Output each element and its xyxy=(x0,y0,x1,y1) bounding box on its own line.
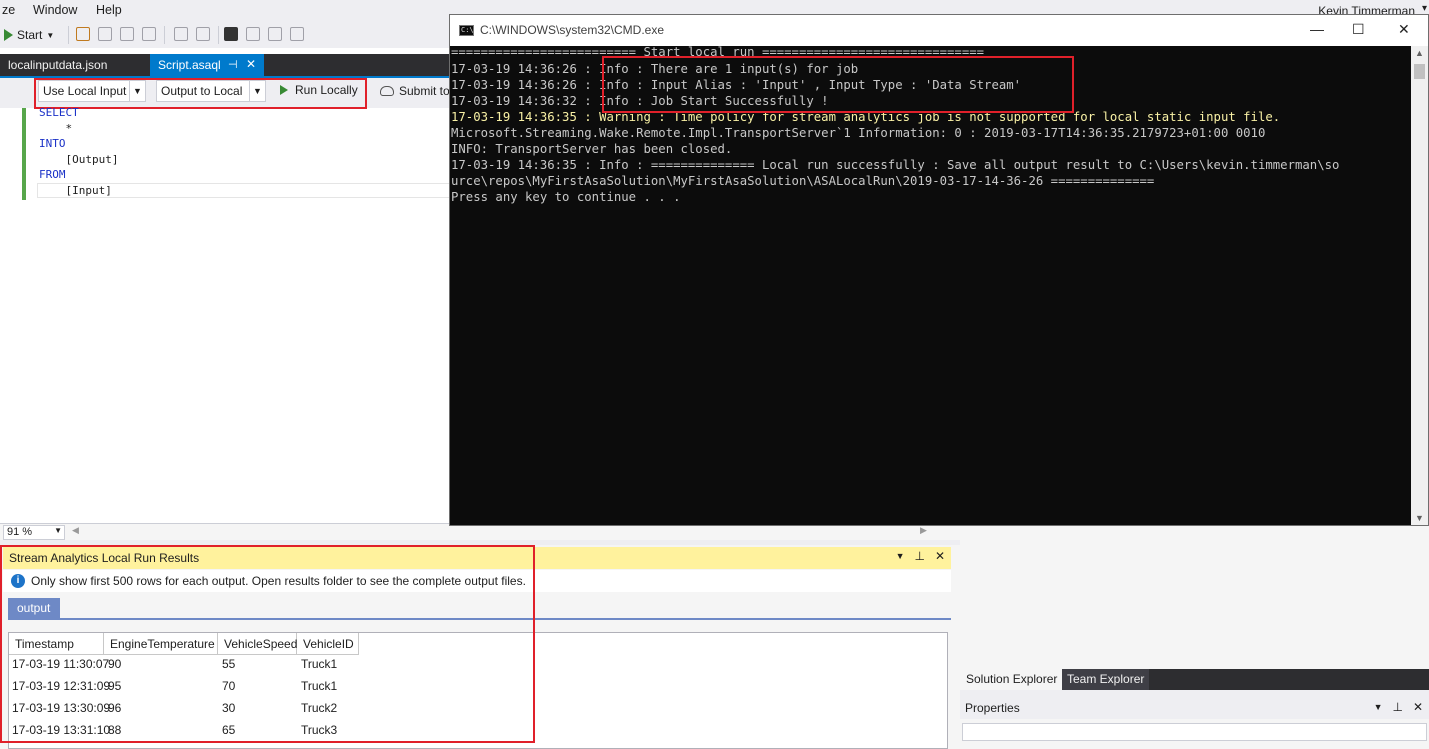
toolbar-separator xyxy=(164,26,165,44)
minimize-icon[interactable]: — xyxy=(1310,21,1324,37)
scroll-right-icon[interactable]: ▶ xyxy=(920,525,927,536)
scroll-thumb[interactable] xyxy=(1414,64,1425,79)
maximize-icon[interactable]: ☐ xyxy=(1352,21,1365,38)
tab-team-explorer[interactable]: Team Explorer xyxy=(1062,669,1150,690)
zoom-value: 91 % xyxy=(7,526,33,538)
editor-status-bar: 91 % ▼ ◀ xyxy=(0,523,450,540)
tab-label: Solution Explorer xyxy=(966,672,1058,686)
chevron-down-icon[interactable]: ▼ xyxy=(46,31,54,40)
tab-label: Team Explorer xyxy=(1067,672,1145,686)
chevron-down-icon[interactable]: ▼ xyxy=(54,526,62,535)
tab-label: localinputdata.json xyxy=(8,58,108,72)
properties-title: Properties xyxy=(965,701,1020,715)
tab-solution-explorer[interactable]: Solution Explorer xyxy=(960,669,1064,690)
indent-icon[interactable] xyxy=(120,27,134,41)
cloud-icon xyxy=(380,86,394,96)
code-line[interactable]: [Output] xyxy=(39,152,118,168)
pin-icon[interactable]: ⊣ xyxy=(228,58,238,71)
cmd-title: C:\WINDOWS\system32\CMD.exe xyxy=(480,23,665,37)
console-line: 17-03-19 14:36:35 : Info : =============… xyxy=(451,158,1340,172)
bookmark-icon[interactable] xyxy=(224,27,238,41)
code-line[interactable]: * xyxy=(39,121,72,137)
scroll-left-icon[interactable]: ◀ xyxy=(72,525,79,536)
code-line[interactable]: [Input] xyxy=(39,183,111,199)
close-icon[interactable]: ✕ xyxy=(1398,21,1410,38)
start-label: Start xyxy=(17,28,43,42)
toolbar-separator xyxy=(218,26,219,44)
highlight-box-console xyxy=(602,56,1074,113)
pin-icon[interactable]: ⊥ xyxy=(914,549,924,563)
console-line: Press any key to continue . . . xyxy=(451,190,681,204)
menu-item-window[interactable]: Window xyxy=(33,3,77,17)
scroll-up-icon[interactable]: ▲ xyxy=(1415,48,1424,58)
prev-bookmark-icon[interactable] xyxy=(246,27,260,41)
format-icon[interactable] xyxy=(174,27,188,41)
tab-label: Script.asaql xyxy=(158,58,221,72)
toolbar-separator xyxy=(68,26,69,44)
menu-item-help[interactable]: Help xyxy=(96,3,122,17)
zoom-combo[interactable]: 91 % ▼ xyxy=(3,525,65,540)
menu-item-analyze[interactable]: ze xyxy=(2,3,15,17)
start-button[interactable]: Start ▼ xyxy=(4,25,54,45)
document-tabs: localinputdata.json Script.asaql ⊣ ✕ xyxy=(0,54,450,76)
solution-tabs: Solution Explorer Team Explorer xyxy=(960,669,1429,690)
close-icon[interactable]: ✕ xyxy=(246,57,256,71)
comment-icon[interactable] xyxy=(98,27,112,41)
chevron-down-icon[interactable]: ▼ xyxy=(896,551,905,563)
solution-explorer-panel xyxy=(960,525,1429,669)
properties-body xyxy=(960,719,1429,749)
chevron-down-icon[interactable]: ▼ xyxy=(1374,702,1383,714)
console-line: Microsoft.Streaming.Wake.Remote.Impl.Tra… xyxy=(451,126,1266,140)
console-line: urce\repos\MyFirstAsaSolution\MyFirstAsa… xyxy=(451,174,1155,188)
submit-to-azure-button[interactable]: Submit to xyxy=(380,84,450,98)
tab-script[interactable]: Script.asaql ⊣ ✕ xyxy=(150,54,264,76)
properties-header: Properties ▼ ⊥ ✕ xyxy=(960,697,1429,719)
console-line: INFO: TransportServer has been closed. xyxy=(451,142,733,156)
cmd-scrollbar[interactable]: ▲ ▼ xyxy=(1411,46,1428,525)
code-line[interactable]: INTO xyxy=(39,136,66,152)
play-icon xyxy=(4,29,13,41)
uncomment-icon[interactable] xyxy=(196,27,210,41)
code-line[interactable]: SELECT xyxy=(39,105,79,121)
highlight-box-results xyxy=(0,545,535,743)
change-indicator xyxy=(22,108,26,200)
cmd-titlebar[interactable]: C:\ C:\WINDOWS\system32\CMD.exe — ☐ ✕ xyxy=(450,15,1428,46)
close-icon[interactable]: ✕ xyxy=(1413,700,1423,714)
pane-controls: ▼ ⊥ ✕ xyxy=(1374,700,1423,714)
close-icon[interactable]: ✕ xyxy=(935,549,945,563)
next-bookmark-icon[interactable] xyxy=(268,27,282,41)
pane-controls: ▼ ⊥ ✕ xyxy=(896,549,945,563)
console-icon: C:\ xyxy=(459,25,474,36)
chevron-down-icon[interactable]: ▾ xyxy=(1422,3,1427,14)
pin-icon[interactable]: ⊥ xyxy=(1392,700,1402,714)
tab-localinputdata[interactable]: localinputdata.json xyxy=(0,54,150,76)
outdent-icon[interactable] xyxy=(142,27,156,41)
clear-bookmark-icon[interactable] xyxy=(290,27,304,41)
submit-label: Submit to xyxy=(399,84,450,98)
console-output[interactable]: ========================= Start local ru… xyxy=(450,45,1412,525)
scroll-down-icon[interactable]: ▼ xyxy=(1415,513,1424,523)
code-line[interactable]: FROM xyxy=(39,167,66,183)
find-icon[interactable] xyxy=(76,27,90,41)
highlight-box-toolbar xyxy=(34,78,367,109)
properties-object-combo[interactable] xyxy=(962,723,1427,741)
